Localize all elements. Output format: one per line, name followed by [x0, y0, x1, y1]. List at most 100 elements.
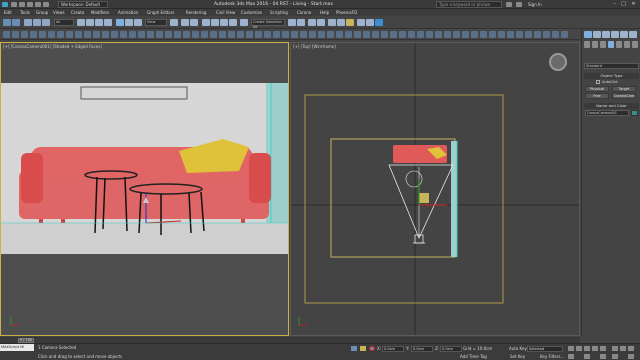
menu-edit[interactable]: Edit	[4, 10, 12, 15]
menu-civil-view[interactable]: Civil View	[216, 10, 235, 15]
ribbon-tool-icon[interactable]	[39, 31, 46, 38]
ribbon-tool-icon[interactable]	[129, 31, 136, 38]
ribbon-tool-icon[interactable]	[165, 31, 172, 38]
name-color-rollout[interactable]: Name and Color	[584, 103, 639, 109]
space-warps-icon[interactable]	[624, 41, 630, 48]
menu-create[interactable]: Create	[71, 10, 84, 15]
render-production-icon[interactable]	[375, 19, 383, 26]
ribbon-tool-icon[interactable]	[345, 31, 352, 38]
object-type-rollout[interactable]: Object Type	[584, 73, 639, 79]
curve-editor-icon[interactable]	[328, 19, 336, 26]
play-icon[interactable]	[584, 346, 590, 351]
layer-manager-icon[interactable]	[308, 19, 316, 26]
field-of-view-icon[interactable]	[584, 354, 590, 359]
select-manipulate-icon[interactable]	[181, 19, 189, 26]
ribbon-tool-icon[interactable]	[75, 31, 82, 38]
select-rotate-icon[interactable]	[125, 19, 133, 26]
ribbon-tool-icon[interactable]	[84, 31, 91, 38]
ribbon-tool-icon[interactable]	[138, 31, 145, 38]
goto-end-icon[interactable]	[600, 346, 606, 351]
ribbon-tool-icon[interactable]	[282, 31, 289, 38]
ribbon-tool-icon[interactable]	[210, 31, 217, 38]
pan-view-icon[interactable]	[600, 354, 606, 359]
modify-tab-icon[interactable]	[593, 31, 601, 38]
ribbon-tool-icon[interactable]	[372, 31, 379, 38]
ribbon-tool-icon[interactable]	[102, 31, 109, 38]
help-search-input[interactable]: Type a keyword or phrase	[436, 1, 502, 8]
menu-customize[interactable]: Customize	[241, 10, 262, 15]
ribbon-tool-icon[interactable]	[561, 31, 568, 38]
app-logo-icon[interactable]	[2, 2, 8, 7]
ribbon-tool-icon[interactable]	[120, 31, 127, 38]
undo-icon[interactable]	[3, 19, 11, 26]
reference-coordinate-dropdown[interactable]: View	[145, 19, 167, 26]
ribbon-tool-icon[interactable]	[48, 31, 55, 38]
window-crossing-icon[interactable]	[104, 19, 112, 26]
next-frame-icon[interactable]	[592, 346, 598, 351]
ribbon-tool-icon[interactable]	[354, 31, 361, 38]
motion-tab-icon[interactable]	[611, 31, 619, 38]
cameras-icon[interactable]	[608, 41, 614, 48]
physical-camera-button[interactable]: Physical	[585, 86, 609, 92]
z-coordinate-field[interactable]: 0.0cm	[440, 346, 462, 352]
user-icon[interactable]	[516, 2, 522, 7]
save-file-icon[interactable]	[27, 2, 33, 7]
autogrid-checkbox[interactable]	[596, 80, 600, 84]
menu-phoenixfd[interactable]: PhoenixFD	[336, 10, 357, 15]
ribbon-tool-icon[interactable]	[300, 31, 307, 38]
camera-viewport[interactable]: [+] [CoronaCamera001] [Shaded + Edged Fa…	[0, 42, 289, 336]
ribbon-tool-icon[interactable]	[408, 31, 415, 38]
ribbon-tool-icon[interactable]	[363, 31, 370, 38]
zoom-all-icon[interactable]	[620, 346, 626, 351]
top-viewport[interactable]: [+] [Top] [Wireframe]	[290, 42, 580, 336]
selected-set-dropdown[interactable]: Selected	[527, 346, 563, 352]
maximize-viewport-icon[interactable]	[628, 354, 634, 359]
select-object-icon[interactable]	[77, 19, 85, 26]
hierarchy-tab-icon[interactable]	[602, 31, 610, 38]
create-tab-icon[interactable]	[584, 31, 592, 38]
ribbon-tool-icon[interactable]	[381, 31, 388, 38]
search-icon[interactable]	[506, 2, 512, 7]
menu-graph-editors[interactable]: Graph Editors	[147, 10, 174, 15]
target-camera-button[interactable]: Target	[612, 86, 636, 92]
ribbon-tool-icon[interactable]	[255, 31, 262, 38]
set-key-button[interactable]: Set Key	[510, 354, 525, 359]
time-config-icon[interactable]	[568, 354, 574, 359]
viewcube-icon[interactable]	[549, 53, 567, 71]
ribbon-tool-icon[interactable]	[453, 31, 460, 38]
bind-space-warp-icon[interactable]	[42, 19, 50, 26]
angle-snap-icon[interactable]	[211, 19, 219, 26]
menu-animation[interactable]: Animation	[118, 10, 138, 15]
auto-key-button[interactable]: Auto Key	[509, 346, 527, 351]
ribbon-tool-icon[interactable]	[327, 31, 334, 38]
menu-group[interactable]: Group	[36, 10, 48, 15]
ribbon-tool-icon[interactable]	[444, 31, 451, 38]
corona-camera-button[interactable]: CoronaCam	[612, 93, 636, 99]
goto-start-icon[interactable]	[568, 346, 574, 351]
ribbon-tool-icon[interactable]	[237, 31, 244, 38]
ribbon-tool-icon[interactable]	[93, 31, 100, 38]
ribbon-tool-icon[interactable]	[552, 31, 559, 38]
ribbon-tool-icon[interactable]	[30, 31, 37, 38]
graphite-toggle-icon[interactable]	[317, 19, 325, 26]
named-selection-set-dropdown[interactable]: Create Selection Se	[251, 19, 285, 29]
ribbon-tool-icon[interactable]	[3, 31, 10, 38]
material-editor-icon[interactable]	[346, 19, 354, 26]
ribbon-tool-icon[interactable]	[525, 31, 532, 38]
unlink-icon[interactable]	[33, 19, 41, 26]
ribbon-tool-icon[interactable]	[489, 31, 496, 38]
close-button[interactable]: ✕	[629, 1, 638, 8]
redo-icon[interactable]	[43, 2, 49, 7]
minimize-button[interactable]: –	[610, 1, 619, 8]
ribbon-tool-icon[interactable]	[174, 31, 181, 38]
ribbon-tool-icon[interactable]	[219, 31, 226, 38]
ribbon-tool-icon[interactable]	[228, 31, 235, 38]
ribbon-tool-icon[interactable]	[291, 31, 298, 38]
lights-icon[interactable]	[600, 41, 606, 48]
ribbon-tool-icon[interactable]	[543, 31, 550, 38]
ribbon-tool-icon[interactable]	[318, 31, 325, 38]
add-time-tag[interactable]: Add Time Tag	[460, 354, 487, 359]
ribbon-tool-icon[interactable]	[462, 31, 469, 38]
ribbon-tool-icon[interactable]	[201, 31, 208, 38]
undo-icon[interactable]	[35, 2, 41, 7]
